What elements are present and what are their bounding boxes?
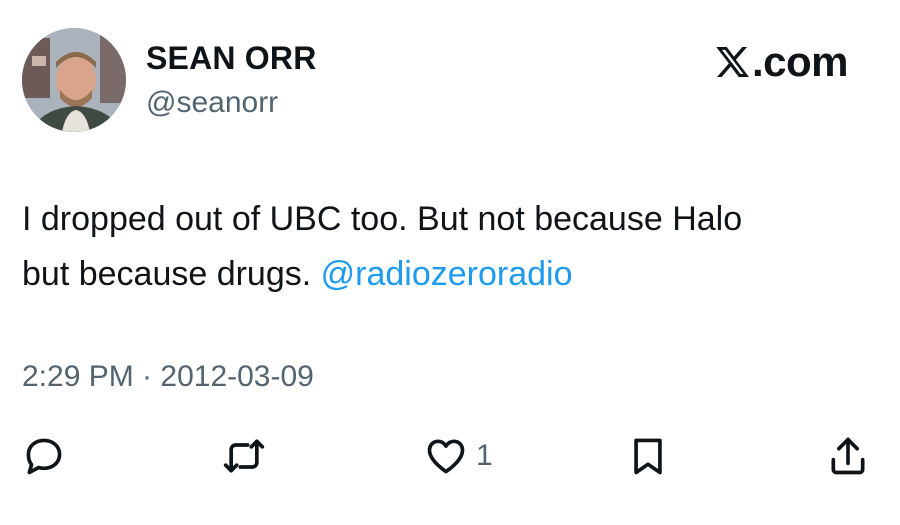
tweet-body: I dropped out of UBC too. But not becaus… [22,192,882,302]
bookmark-button[interactable] [626,432,670,480]
brand-domain-label: .com [751,38,849,85]
heart-icon [427,439,465,474]
avatar-photo [22,28,126,132]
tweet-text-line-2: but because drugs. [22,255,321,293]
brand-logo: .com [714,38,849,86]
speech-bubble-icon [26,438,62,475]
share-button[interactable] [826,432,870,480]
tweet-text-line-1: I dropped out of UBC too. But not becaus… [22,200,743,238]
bookmark-icon [634,438,662,475]
like-count: 1 [476,439,493,472]
reply-button[interactable] [22,432,66,480]
x-logo-icon [716,47,749,77]
mention-link[interactable]: @radiozeroradio [321,255,573,293]
action-bar: 1 [0,432,900,482]
retweet-arrows-icon [223,439,265,473]
author-avatar[interactable] [22,28,126,132]
retweet-button[interactable] [222,432,266,480]
tweet-timestamp[interactable]: 2:29 PM · 2012-03-09 [22,360,314,394]
share-icon [831,437,865,475]
like-button[interactable]: 1 [424,432,493,480]
author-display-name[interactable]: SEAN ORR [146,40,317,77]
author-handle[interactable]: @seanorr [146,86,278,120]
